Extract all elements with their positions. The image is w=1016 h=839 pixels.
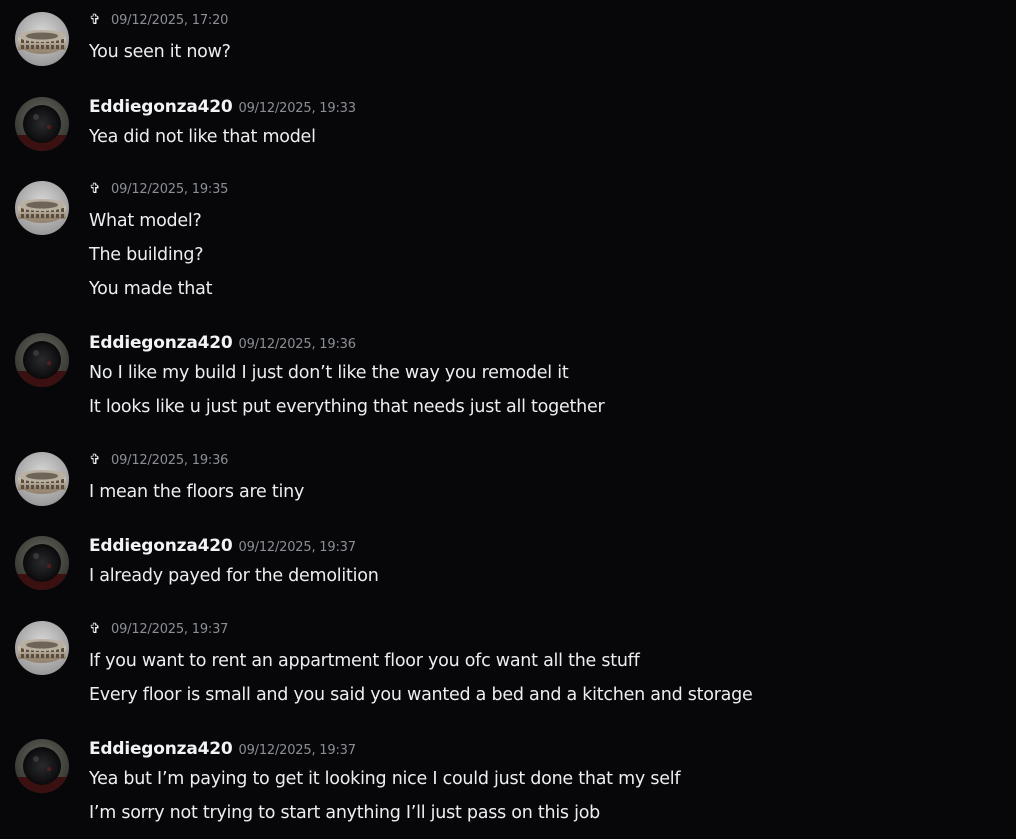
message-group: ✞ 09/12/2025, 19:36 I mean the floors ar… [0, 452, 1016, 512]
username[interactable]: ✞ [89, 181, 105, 197]
timestamp: 09/12/2025, 19:33 [238, 101, 356, 116]
message-header: Eddiegonza420 09/12/2025, 19:36 [89, 333, 356, 355]
message-text: Yea but I’m paying to get it looking nic… [89, 769, 681, 789]
username[interactable]: ✞ [89, 621, 105, 637]
message-text: I already payed for the demolition [89, 566, 379, 586]
username[interactable]: Eddiegonza420 [89, 97, 233, 117]
timestamp: 09/12/2025, 19:35 [111, 182, 229, 197]
message-text: You made that [89, 279, 213, 299]
message-group: ✞ 09/12/2025, 17:20 You seen it now? [0, 12, 1016, 72]
message-text: The building? [89, 245, 204, 265]
message-text: I’m sorry not trying to start anything I… [89, 803, 601, 823]
username[interactable]: Eddiegonza420 [89, 739, 233, 759]
message-text: What model? [89, 211, 202, 231]
dark-sphere-avatar-icon[interactable] [15, 536, 69, 590]
timestamp: 09/12/2025, 19:37 [238, 743, 356, 758]
timestamp: 09/12/2025, 19:36 [238, 337, 356, 352]
timestamp: 09/12/2025, 19:36 [111, 453, 229, 468]
username[interactable]: Eddiegonza420 [89, 333, 233, 353]
username[interactable]: ✞ [89, 12, 105, 28]
message-group: Eddiegonza420 09/12/2025, 19:37 I alread… [0, 536, 1016, 596]
message-text: Yea did not like that model [89, 127, 316, 147]
message-header: Eddiegonza420 09/12/2025, 19:37 [89, 739, 356, 761]
colosseum-avatar-icon[interactable] [15, 181, 69, 235]
timestamp: 09/12/2025, 19:37 [111, 622, 229, 637]
message-text: You seen it now? [89, 42, 231, 62]
message-text: I mean the floors are tiny [89, 482, 305, 502]
message-header: Eddiegonza420 09/12/2025, 19:33 [89, 97, 356, 119]
username[interactable]: Eddiegonza420 [89, 536, 233, 556]
dark-sphere-avatar-icon[interactable] [15, 97, 69, 151]
username[interactable]: ✞ [89, 452, 105, 468]
colosseum-avatar-icon[interactable] [15, 12, 69, 66]
message-text: It looks like u just put everything that… [89, 397, 605, 417]
message-text: No I like my build I just don’t like the… [89, 363, 569, 383]
dark-sphere-avatar-icon[interactable] [15, 739, 69, 793]
message-text: Every floor is small and you said you wa… [89, 685, 753, 705]
message-text: If you want to rent an appartment floor … [89, 651, 640, 671]
message-header: ✞ 09/12/2025, 19:35 [89, 181, 228, 203]
colosseum-avatar-icon[interactable] [15, 621, 69, 675]
message-group: Eddiegonza420 09/12/2025, 19:33 Yea did … [0, 97, 1016, 157]
colosseum-avatar-icon[interactable] [15, 452, 69, 506]
message-group: ✞ 09/12/2025, 19:37 If you want to rent … [0, 621, 1016, 711]
message-header: Eddiegonza420 09/12/2025, 19:37 [89, 536, 356, 558]
message-group: ✞ 09/12/2025, 19:35 What model? The buil… [0, 181, 1016, 301]
message-header: ✞ 09/12/2025, 19:37 [89, 621, 228, 643]
timestamp: 09/12/2025, 19:37 [238, 540, 356, 555]
message-group: Eddiegonza420 09/12/2025, 19:36 No I lik… [0, 333, 1016, 423]
message-group: Eddiegonza420 09/12/2025, 19:37 Yea but … [0, 739, 1016, 829]
timestamp: 09/12/2025, 17:20 [111, 13, 229, 28]
dark-sphere-avatar-icon[interactable] [15, 333, 69, 387]
message-header: ✞ 09/12/2025, 17:20 [89, 12, 228, 34]
message-header: ✞ 09/12/2025, 19:36 [89, 452, 228, 474]
